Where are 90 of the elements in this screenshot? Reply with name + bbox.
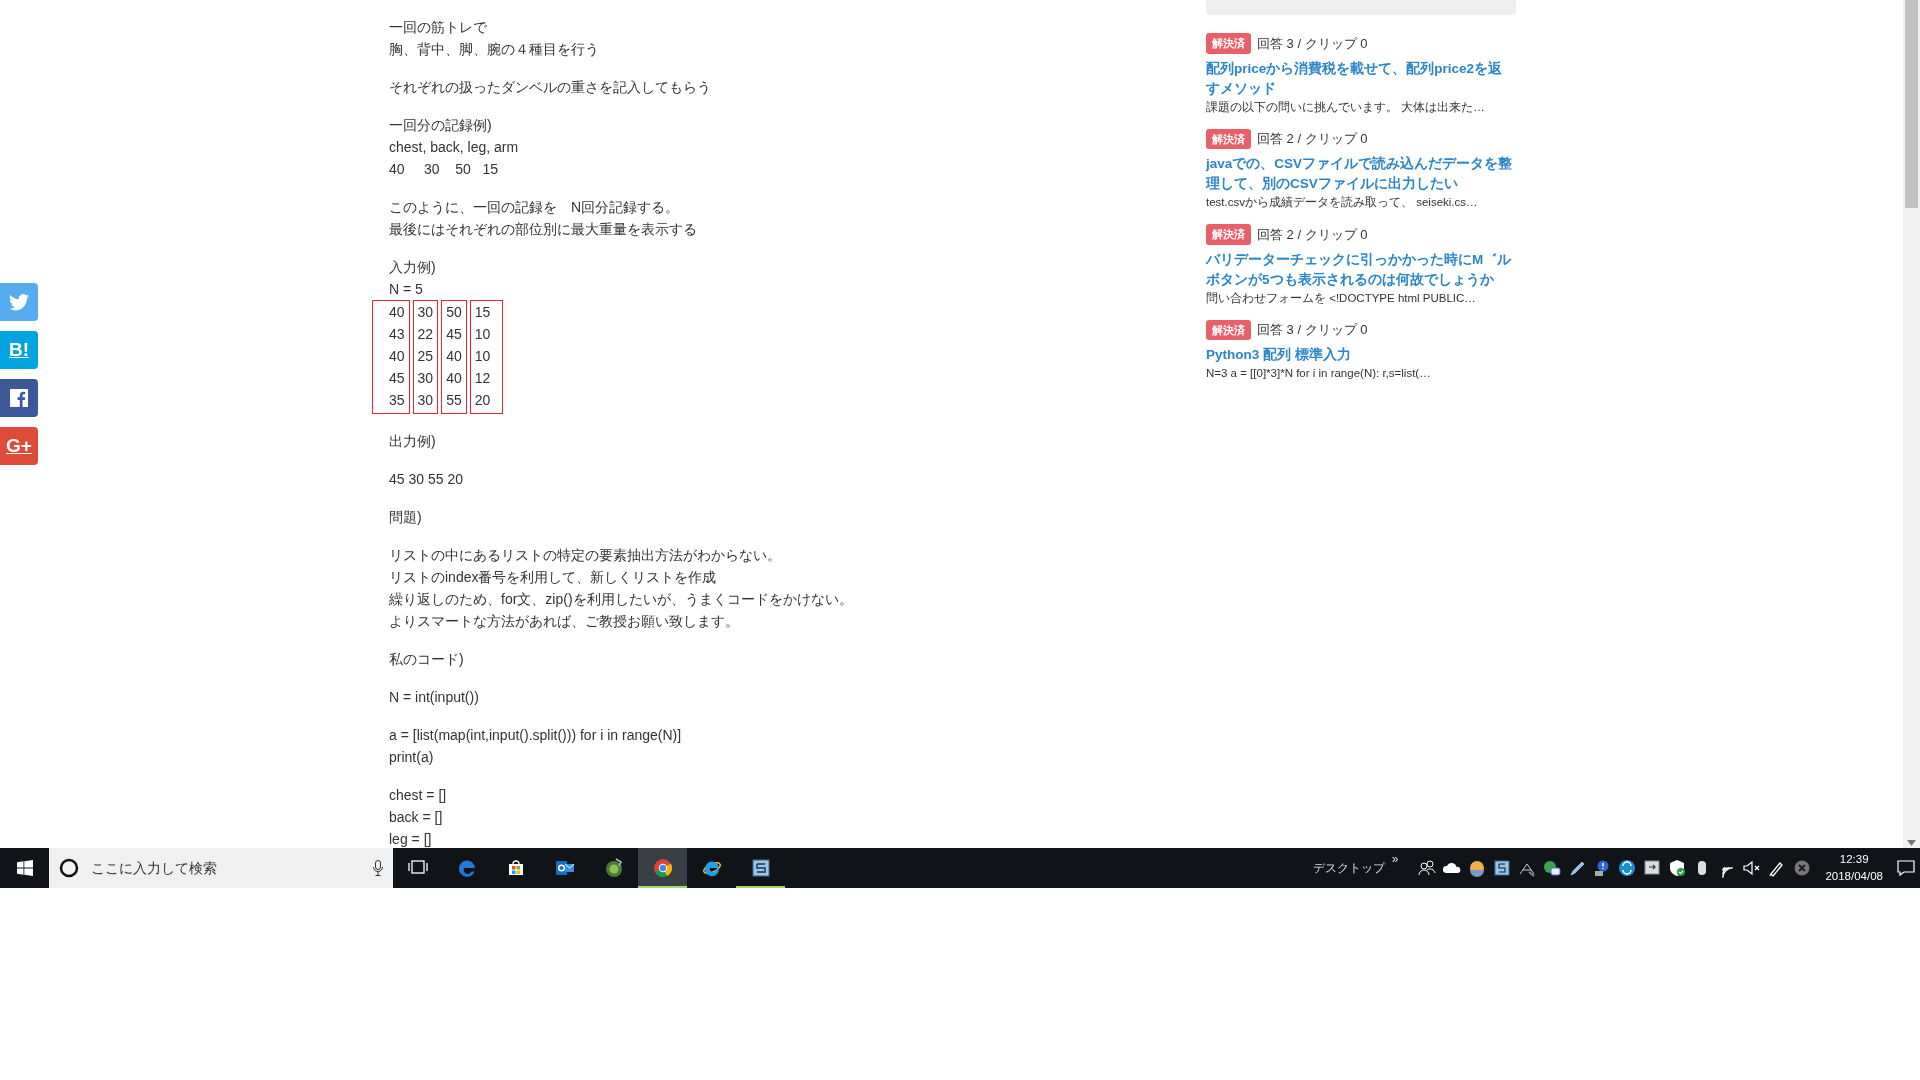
- number-text: 22: [417, 325, 434, 344]
- text-line: このように、一回の記録を N回分記録する。: [389, 198, 681, 217]
- text-line: リストの中にあるリストの特定の要素抽出方法がわからない。: [389, 546, 782, 565]
- question-link[interactable]: 配列priceから消費税を載せて、配列price2を返すメソッド: [1206, 58, 1516, 99]
- screen-icon[interactable]: [1642, 858, 1663, 878]
- number-text: 30: [417, 303, 434, 322]
- number-text: 30: [417, 369, 434, 388]
- number-text: 10: [474, 325, 491, 344]
- app-icon[interactable]: [1492, 858, 1513, 878]
- number-text: 30: [417, 391, 434, 410]
- status-badge: 解決済: [1206, 319, 1251, 340]
- shield-icon[interactable]: [1667, 858, 1688, 878]
- number-text: 40: [389, 347, 405, 366]
- bird-icon: [9, 293, 29, 311]
- number-text: 50: [446, 303, 462, 322]
- number-text: 55: [446, 391, 462, 410]
- answer-count-text: 回答 2 / クリップ 0: [1257, 130, 1368, 148]
- browser-icon: [456, 858, 477, 878]
- text-line: chest = []: [389, 786, 448, 805]
- text-line: back = []: [389, 808, 444, 827]
- chevron-button[interactable]: »: [1391, 850, 1399, 868]
- time-text: 12:39: [1838, 852, 1870, 867]
- text-line: 繰り返しのため、for文、zip()を利用したいが、うまくコードをかけない。: [389, 590, 854, 609]
- text-line: 一回分の記録例): [389, 116, 493, 135]
- taskbar-button[interactable]: [638, 848, 687, 888]
- notification-icon[interactable]: [1896, 858, 1916, 878]
- number-text: 45: [446, 325, 462, 344]
- globe-chat-icon[interactable]: [1542, 858, 1563, 878]
- text-line: chest, back, leg, arm: [389, 138, 520, 157]
- mail-icon: [554, 858, 575, 878]
- date-text: 2018/04/08: [1825, 869, 1883, 884]
- text-line: 問題): [389, 508, 423, 527]
- number-text: 35: [389, 391, 405, 410]
- facebook-f-icon: [10, 389, 28, 407]
- number-text: 12: [474, 369, 491, 388]
- text-line: leg = []: [389, 830, 433, 848]
- windows-logo-icon: [16, 860, 33, 876]
- number-text: 10: [474, 347, 491, 366]
- number-text: 43: [389, 325, 405, 344]
- round-app-icon: [603, 858, 624, 878]
- search-field[interactable]: ここに入力して検索: [89, 856, 363, 880]
- status-badge: 解決済: [1206, 128, 1251, 149]
- question-link[interactable]: バリデーターチェックに引っかかった時にM゛ルボタンが5つも表示されるのは何故でしょうか: [1206, 249, 1516, 290]
- excerpt-text: N=3 a = [[0]*3]*N for i in range(N): r,s=list(…: [1206, 366, 1432, 381]
- scrollbar[interactable]: [1903, 0, 1920, 848]
- text-line: 出力例): [389, 432, 437, 451]
- number-text: 25: [417, 347, 434, 366]
- text-line: 最後にはそれぞれの部位別に最大重量を表示する: [389, 220, 698, 239]
- answer-count-text: 回答 2 / クリップ 0: [1257, 225, 1368, 244]
- text-line: リストのindex番号を利用して、新しくリストを作成: [389, 568, 718, 587]
- text-line: 胸、背中、脚、腕の４種目を行う: [389, 40, 600, 59]
- status-badge: 解決済: [1206, 224, 1251, 245]
- share-button[interactable]: B!: [0, 331, 38, 369]
- text-line: 入力例): [389, 258, 437, 277]
- app-icon: [750, 858, 771, 878]
- people-icon[interactable]: [1417, 858, 1438, 878]
- text-line: それぞれの扱ったダンベルの重さを記入してもらう: [389, 78, 712, 97]
- text-line: 40 30 50 15: [389, 160, 499, 179]
- number-text: 45: [389, 369, 405, 388]
- share-button[interactable]: G+: [0, 427, 38, 465]
- status-badge: 解決済: [1206, 33, 1251, 54]
- question-link[interactable]: Python3 配列 標準入力: [1206, 345, 1516, 365]
- search-bar[interactable]: ここに入力して検索: [49, 848, 393, 888]
- number-text: 40: [446, 369, 462, 388]
- text-line: 45 30 55 20: [389, 470, 464, 489]
- text-line: N = int(input()): [389, 688, 480, 707]
- text-line: a = [list(map(int,input().split())) for i in range(N)]: [389, 726, 683, 745]
- text-line: 私のコード): [389, 650, 465, 669]
- number-text: 20: [474, 391, 491, 410]
- excerpt-text: 課題の以下の問いに挑んでいます。 大体は出来た…: [1206, 99, 1486, 115]
- share-button[interactable]: [0, 379, 38, 417]
- text-line: 一回の筋トレで: [389, 18, 488, 37]
- microphone-icon[interactable]: [373, 860, 383, 876]
- toolbar-label[interactable]: デスクトップ: [1312, 859, 1385, 877]
- excerpt-text: test.csvから成績データを読み取って、 seiseki.cs…: [1206, 195, 1479, 210]
- answer-count-text: 回答 3 / クリップ 0: [1257, 321, 1368, 339]
- scroll-down-arrow-icon[interactable]: [1907, 840, 1916, 846]
- ring-icon: [59, 858, 79, 878]
- number-text: 40: [446, 347, 462, 366]
- scrollbar-thumb[interactable]: [1905, 0, 1918, 208]
- answer-count-text: 回答 3 / クリップ 0: [1257, 34, 1368, 53]
- browser-icon: [652, 858, 673, 878]
- number-text: 15: [474, 303, 491, 322]
- excerpt-text: 問い合わせフォームを <!DOCTYPE html PUBLIC…: [1206, 290, 1477, 306]
- text-line: N = 5: [389, 280, 424, 299]
- sync-icon[interactable]: [1617, 858, 1638, 878]
- text-line: よりスマートな方法があれば、ご教授お願い致します。: [389, 612, 740, 631]
- text-line: print(a): [389, 748, 435, 767]
- question-link[interactable]: javaでの、CSVファイルで読み込んだデータを整理して、別のCSVファイルに出力したい: [1206, 154, 1516, 194]
- number-text: 40: [389, 303, 405, 322]
